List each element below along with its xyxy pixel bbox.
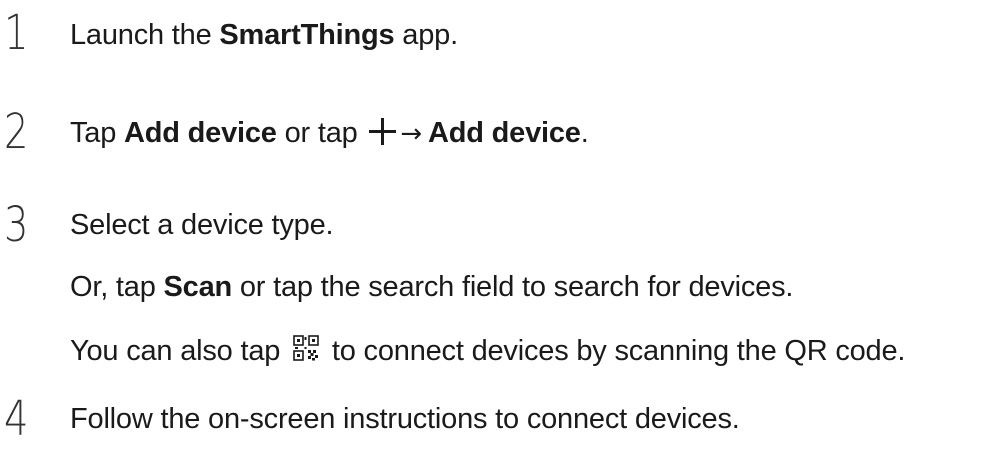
step-3-line-3-before: You can also tap bbox=[70, 335, 289, 367]
arrow-icon: → bbox=[400, 119, 422, 149]
step-4-text: Follow the on-screen instructions to con… bbox=[70, 403, 740, 435]
step-1-text: Launch the SmartThings app. bbox=[70, 21, 458, 50]
step-2-text-after: . bbox=[580, 117, 589, 149]
step-2-text-before: Tap bbox=[70, 117, 125, 149]
step-3-line-3-after: to connect devices by scanning the QR co… bbox=[324, 335, 906, 367]
step-3-number: 3 bbox=[4, 197, 29, 253]
add-device-label-1: Add device bbox=[124, 117, 277, 149]
step-4-number: 4 bbox=[4, 391, 29, 447]
step-1-number: 1 bbox=[4, 5, 29, 61]
step-1-text-before: Launch the bbox=[70, 19, 220, 51]
step-2-number: 2 bbox=[4, 104, 29, 160]
step-3-line-2-before: Or, tap bbox=[70, 271, 164, 303]
app-name: SmartThings bbox=[219, 19, 395, 51]
step-2-text-middle: or tap bbox=[276, 117, 366, 149]
qr-code-icon bbox=[293, 335, 319, 361]
step-3-line-3: You can also tap to connect devices by s… bbox=[70, 334, 905, 366]
plus-icon bbox=[369, 118, 397, 145]
add-device-label-2: Add device bbox=[428, 117, 581, 149]
step-3-line-2-after: or tap the search field to search for de… bbox=[232, 271, 794, 303]
step-2-text: Tap Add device or tap → Add device. bbox=[70, 118, 589, 148]
step-1-text-after: app. bbox=[394, 19, 458, 51]
scan-label: Scan bbox=[163, 271, 233, 303]
step-3-line-1: Select a device type. bbox=[70, 209, 334, 241]
step-3-line-2: Or, tap Scan or tap the search field to … bbox=[70, 273, 793, 302]
